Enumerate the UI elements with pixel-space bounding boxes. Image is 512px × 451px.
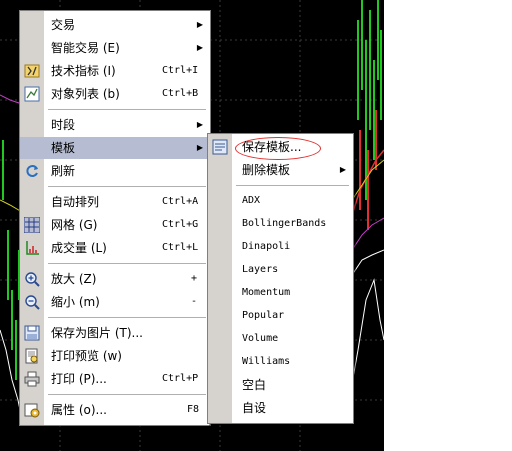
template-name: 空白 — [242, 378, 267, 392]
template-item-momentum[interactable]: Momentum — [208, 282, 353, 304]
menu-item-label: 交易 — [51, 18, 76, 32]
template-item-williams[interactable]: Williams — [208, 351, 353, 373]
menu-item-label: 技术指标 (I) — [51, 64, 116, 78]
menu-item-shortcut: Ctrl+P — [162, 373, 199, 384]
menu-item-label: 打印 (P)... — [51, 372, 107, 386]
menu-separator — [48, 263, 206, 264]
template-submenu: 保存模板... 删除模板 ▶ ADX BollingerBands Dinapo… — [207, 133, 354, 424]
menu-item-zoom-in[interactable]: 放大 (Z) + — [20, 268, 210, 290]
submenu-arrow-icon: ▶ — [196, 120, 203, 129]
zoom-out-icon — [25, 295, 40, 310]
menu-item-expert-advisors[interactable]: 智能交易 (E) ▶ — [20, 37, 210, 59]
template-name: Layers — [242, 264, 279, 275]
menu-item-refresh[interactable]: 刷新 — [20, 160, 210, 182]
menu-item-label: 缩小 (m) — [51, 295, 100, 309]
template-item-blank[interactable]: 空白 — [208, 374, 353, 396]
refresh-icon — [26, 165, 38, 177]
menu-item-shortcut: Ctrl+B — [162, 88, 199, 99]
menu-item-label: 放大 (Z) — [51, 272, 97, 286]
menu-item-shortcut: Ctrl+I — [162, 65, 199, 76]
menu-separator — [48, 109, 206, 110]
template-name: Williams — [242, 356, 291, 367]
submenu-arrow-icon: ▶ — [196, 143, 203, 152]
menu-item-label: 模板 — [51, 141, 76, 155]
template-item-dinapoli[interactable]: Dinapoli — [208, 236, 353, 258]
submenu-arrow-icon: ▶ — [339, 165, 346, 174]
template-item-layers[interactable]: Layers — [208, 259, 353, 281]
menu-separator — [48, 317, 206, 318]
template-name: Momentum — [242, 287, 291, 298]
menu-item-shortcut: Ctrl+A — [162, 196, 199, 207]
properties-icon — [24, 403, 40, 418]
menu-item-label: 网格 (G) — [51, 218, 98, 232]
menu-item-label: 对象列表 (b) — [51, 87, 120, 101]
zoom-in-icon — [25, 272, 40, 287]
menu-item-indicators[interactable]: 技术指标 (I) Ctrl+I — [20, 60, 210, 82]
print-preview-icon — [25, 348, 38, 364]
menu-item-print-preview[interactable]: 打印预览 (w) — [20, 345, 210, 367]
submenu-item-label: 保存模板... — [242, 140, 302, 154]
menu-item-print[interactable]: 打印 (P)... Ctrl+P — [20, 368, 210, 390]
menu-item-properties[interactable]: 属性 (o)... F8 — [20, 399, 210, 421]
save-template-icon — [212, 139, 228, 155]
menu-item-shortcut: F8 — [187, 404, 200, 415]
menu-item-trading[interactable]: 交易 ▶ — [20, 14, 210, 36]
submenu-arrow-icon: ▶ — [196, 20, 203, 29]
menu-separator — [48, 394, 206, 395]
menu-item-shortcut: Ctrl+L — [162, 242, 199, 253]
menu-item-label: 智能交易 (E) — [51, 41, 120, 55]
submenu-item-delete-template[interactable]: 删除模板 ▶ — [208, 159, 353, 181]
menu-item-label: 保存为图片 (T)... — [51, 326, 143, 340]
menu-separator — [48, 186, 206, 187]
template-name: Dinapoli — [242, 241, 291, 252]
menu-item-save-as-picture[interactable]: 保存为图片 (T)... — [20, 322, 210, 344]
submenu-arrow-icon: ▶ — [196, 43, 203, 52]
template-name: 自设 — [242, 401, 267, 415]
volumes-icon — [26, 241, 39, 255]
template-name: Volume — [242, 333, 279, 344]
template-item-volume[interactable]: Volume — [208, 328, 353, 350]
print-icon — [24, 371, 40, 387]
menu-item-shortcut: + — [191, 273, 198, 284]
template-item-custom[interactable]: 自设 — [208, 397, 353, 419]
menu-item-grid[interactable]: 网格 (G) Ctrl+G — [20, 214, 210, 236]
submenu-item-label: 删除模板 — [242, 163, 291, 177]
save-picture-icon — [24, 325, 40, 341]
menu-item-label: 刷新 — [51, 164, 76, 178]
template-item-adx[interactable]: ADX — [208, 190, 353, 212]
menu-item-shortcut: - — [191, 296, 198, 307]
object-list-icon — [24, 86, 40, 102]
menu-item-zoom-out[interactable]: 缩小 (m) - — [20, 291, 210, 313]
menu-item-objects-list[interactable]: 对象列表 (b) Ctrl+B — [20, 83, 210, 105]
menu-item-shortcut: Ctrl+G — [162, 219, 199, 230]
menu-item-template[interactable]: 模板 ▶ — [20, 137, 210, 159]
template-item-bollingerbands[interactable]: BollingerBands — [208, 213, 353, 235]
submenu-item-save-template[interactable]: 保存模板... — [208, 136, 353, 160]
template-name: BollingerBands — [242, 218, 327, 229]
template-name: ADX — [242, 195, 261, 206]
indicators-icon — [24, 64, 40, 78]
menu-item-label: 成交量 (L) — [51, 241, 107, 255]
menu-item-auto-arrange[interactable]: 自动排列 Ctrl+A — [20, 191, 210, 213]
menu-item-periodicity[interactable]: 时段 ▶ — [20, 114, 210, 136]
template-name: Popular — [242, 310, 285, 321]
chart-context-menu: 交易 ▶ 智能交易 (E) ▶ 技术指标 (I) Ctrl+I 对象列表 (b)… — [19, 10, 211, 426]
menu-item-label: 自动排列 — [51, 195, 100, 209]
menu-item-label: 属性 (o)... — [51, 403, 107, 417]
menu-item-label: 打印预览 (w) — [51, 349, 122, 363]
template-item-popular[interactable]: Popular — [208, 305, 353, 327]
menu-item-volumes[interactable]: 成交量 (L) Ctrl+L — [20, 237, 210, 259]
menu-item-label: 时段 — [51, 118, 76, 132]
grid-icon — [24, 217, 40, 233]
menu-separator — [236, 185, 349, 186]
